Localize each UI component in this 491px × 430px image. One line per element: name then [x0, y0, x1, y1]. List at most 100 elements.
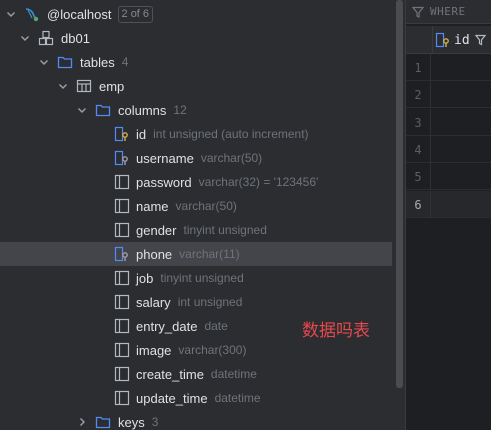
- chevron-right-icon[interactable]: [75, 415, 89, 429]
- column-type: int unsigned: [177, 295, 243, 309]
- tree-item-column-image[interactable]: image varchar(300): [0, 338, 392, 362]
- table-cell[interactable]: [430, 136, 491, 163]
- column-name: salary: [136, 294, 171, 310]
- column-icon: [114, 318, 130, 334]
- column-icon: [114, 198, 130, 214]
- table-label: emp: [99, 78, 125, 94]
- tree-item-column-username[interactable]: username varchar(50): [0, 146, 392, 170]
- app-window: @localhost 2 of 6 db01 tables 4 emp colu…: [0, 0, 491, 430]
- result-grid-panel: WHERE id 1 2 3 4 5 6: [405, 0, 491, 430]
- filter-icon[interactable]: [474, 34, 486, 46]
- tables-count: 4: [121, 55, 129, 69]
- column-type: varchar(50): [175, 199, 237, 213]
- column-icon: [114, 270, 130, 286]
- filter-icon: [412, 6, 424, 18]
- where-label[interactable]: WHERE: [430, 5, 466, 18]
- columns-folder-label: columns: [118, 102, 167, 118]
- column-type: varchar(50): [200, 151, 263, 165]
- column-name: name: [136, 198, 169, 214]
- column-header-id[interactable]: id: [432, 26, 491, 54]
- column-icon: [114, 222, 130, 238]
- tree-item-table-emp[interactable]: emp: [0, 74, 392, 98]
- column-name: create_time: [136, 366, 204, 382]
- column-type: int unsigned (auto increment): [153, 127, 309, 141]
- annotation-text: 数据吗表: [302, 321, 370, 341]
- column-name: job: [136, 270, 154, 286]
- tree-item-column-gender[interactable]: gender tinyint unsigned: [0, 218, 392, 242]
- unique-key-column-icon: [114, 150, 130, 166]
- tree-item-columns-folder[interactable]: columns 12: [0, 98, 392, 122]
- row-number: 5: [414, 169, 422, 184]
- chevron-down-icon[interactable]: [4, 7, 18, 21]
- tree-item-column-id[interactable]: id int unsigned (auto increment): [0, 122, 392, 146]
- schema-icon: [38, 30, 54, 46]
- where-filter-bar[interactable]: WHERE: [406, 0, 491, 24]
- row-number: 1: [414, 60, 422, 75]
- tree-item-column-password[interactable]: password varchar(32) = '123456': [0, 170, 392, 194]
- column-type: tinyint unsigned: [183, 223, 267, 237]
- columns-count: 12: [173, 103, 187, 117]
- column-type: date: [204, 319, 228, 333]
- keys-count: 3: [151, 415, 159, 429]
- column-icon: [114, 390, 130, 406]
- tree-item-column-job[interactable]: job tinyint unsigned: [0, 266, 392, 290]
- mysql-connection-icon: [24, 6, 40, 22]
- table-row[interactable]: 1: [406, 54, 491, 81]
- column-name: entry_date: [136, 318, 198, 334]
- tree-item-database[interactable]: db01: [0, 26, 392, 50]
- table-row[interactable]: 3: [406, 109, 491, 136]
- column-type: varchar(11): [179, 247, 240, 261]
- tree-item-keys-folder[interactable]: keys 3: [0, 410, 392, 430]
- connection-count-badge[interactable]: 2 of 6: [117, 5, 154, 23]
- column-name: password: [136, 174, 192, 190]
- tree-item-column-salary[interactable]: salary int unsigned: [0, 290, 392, 314]
- table-icon: [76, 78, 92, 94]
- database-label: db01: [61, 30, 90, 46]
- folder-icon: [57, 54, 73, 70]
- column-name: username: [136, 150, 194, 166]
- table-cell[interactable]: [430, 163, 491, 190]
- tree-scrollbar-thumb[interactable]: [396, 0, 403, 388]
- chevron-down-icon[interactable]: [37, 55, 51, 69]
- column-header-label: id: [454, 32, 470, 48]
- row-number: 6: [414, 197, 422, 212]
- unique-key-column-icon: [114, 246, 130, 262]
- column-icon: [114, 342, 130, 358]
- column-type: datetime: [210, 367, 257, 381]
- table-cell[interactable]: [430, 81, 491, 108]
- database-explorer[interactable]: @localhost 2 of 6 db01 tables 4 emp colu…: [0, 0, 395, 430]
- row-number: 4: [414, 142, 422, 157]
- row-number: 2: [414, 87, 422, 102]
- column-type: varchar(300): [178, 343, 247, 357]
- table-cell[interactable]: [430, 191, 491, 218]
- column-icon: [114, 366, 130, 382]
- tree-item-column-name[interactable]: name varchar(50): [0, 194, 392, 218]
- primary-key-column-icon: [114, 126, 130, 142]
- table-cell[interactable]: [430, 109, 491, 136]
- table-row[interactable]: 6: [406, 191, 491, 218]
- column-name: image: [136, 342, 172, 358]
- tree-item-tables-folder[interactable]: tables 4: [0, 50, 392, 74]
- chevron-down-icon[interactable]: [18, 31, 32, 45]
- column-name: gender: [136, 222, 177, 238]
- chevron-down-icon[interactable]: [56, 79, 70, 93]
- tree-item-column-phone[interactable]: phone varchar(11): [0, 242, 392, 266]
- column-type: tinyint unsigned: [160, 271, 244, 285]
- table-row[interactable]: 2: [406, 81, 491, 108]
- tree-item-column-update_time[interactable]: update_time datetime: [0, 386, 392, 410]
- column-type: datetime: [214, 391, 261, 405]
- table-row[interactable]: 4: [406, 136, 491, 163]
- tree-item-column-create_time[interactable]: create_time datetime: [0, 362, 392, 386]
- tree-item-connection[interactable]: @localhost 2 of 6: [0, 2, 392, 26]
- column-icon: [114, 294, 130, 310]
- column-name: phone: [136, 246, 173, 262]
- column-name: update_time: [136, 390, 208, 406]
- column-icon: [114, 174, 130, 190]
- folder-icon: [95, 414, 111, 430]
- table-cell[interactable]: [430, 54, 491, 81]
- chevron-down-icon[interactable]: [75, 103, 89, 117]
- table-row[interactable]: 5: [406, 163, 491, 190]
- column-type: varchar(32) = '123456': [198, 175, 319, 189]
- keys-folder-label: keys: [118, 414, 145, 430]
- column-name: id: [136, 126, 147, 142]
